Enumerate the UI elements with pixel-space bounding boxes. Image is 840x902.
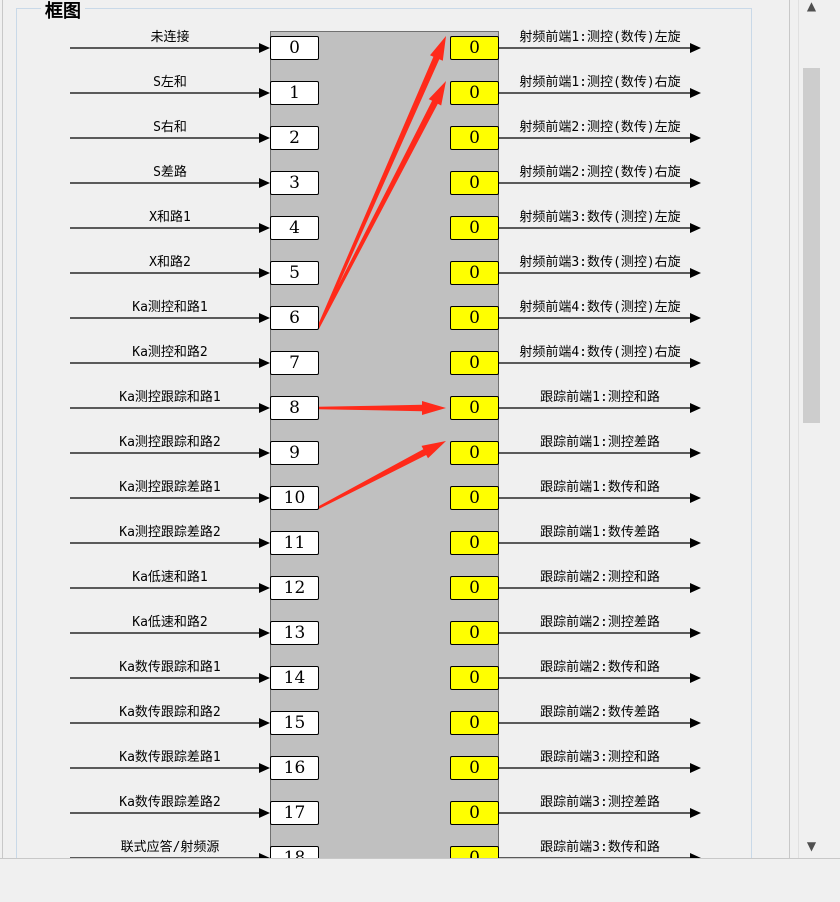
output-label: 跟踪前端1:数传差路 [540,525,660,540]
input-label: Ka数传跟踪和路2 [119,705,221,720]
output-label: 射频前端2:测控(数传)右旋 [519,165,681,180]
vertical-scrollbar[interactable]: ▲ ▼ [798,0,824,858]
input-port[interactable]: 4 [270,216,319,240]
output-label: 跟踪前端3:测控和路 [540,750,660,765]
input-label: X和路2 [149,255,191,270]
input-port[interactable]: 1 [270,81,319,105]
input-port[interactable]: 2 [270,126,319,150]
output-label: 跟踪前端3:数传和路 [540,840,660,855]
input-label: Ka测控跟踪差路1 [119,480,221,495]
connection-arrow [316,36,446,329]
output-port-value[interactable]: 0 [450,711,499,735]
input-port[interactable]: 17 [270,801,319,825]
output-port-value[interactable]: 0 [450,441,499,465]
output-port-value[interactable]: 0 [450,666,499,690]
output-port-value[interactable]: 0 [450,306,499,330]
input-label: Ka测控跟踪和路2 [119,435,221,450]
input-label: Ka低速和路1 [132,570,208,585]
input-port[interactable]: 7 [270,351,319,375]
input-label: Ka低速和路2 [132,615,208,630]
input-port[interactable]: 8 [270,396,319,420]
output-label: 跟踪前端2:测控和路 [540,570,660,585]
scrollbar-thumb[interactable] [803,68,820,423]
output-label: 跟踪前端1:测控和路 [540,390,660,405]
output-port-value[interactable]: 0 [450,216,499,240]
output-port-value[interactable]: 0 [450,576,499,600]
output-port-value[interactable]: 0 [450,531,499,555]
output-port-value[interactable]: 0 [450,261,499,285]
output-port-value[interactable]: 0 [450,486,499,510]
input-label: S差路 [153,165,187,180]
output-label: 射频前端2:测控(数传)左旋 [519,120,681,135]
input-label: 未连接 [150,30,190,45]
input-label: S右和 [153,120,187,135]
input-port[interactable]: 18 [270,846,319,858]
output-label: 射频前端3:数传(测控)左旋 [519,210,681,225]
output-port-value[interactable]: 0 [450,396,499,420]
output-label: 跟踪前端2:数传和路 [540,660,660,675]
connection-arrow [317,441,446,510]
output-label: 跟踪前端1:测控差路 [540,435,660,450]
input-port[interactable]: 13 [270,621,319,645]
input-label: Ka数传跟踪和路1 [119,660,221,675]
output-label: 跟踪前端2:测控差路 [540,615,660,630]
output-port-value[interactable]: 0 [450,81,499,105]
input-port[interactable]: 11 [270,531,319,555]
output-port-value[interactable]: 0 [450,171,499,195]
input-label: Ka数传跟踪差路1 [119,750,221,765]
scroll-down-icon[interactable]: ▼ [799,836,824,856]
input-label: Ka测控和路1 [132,300,208,315]
input-port[interactable]: 9 [270,441,319,465]
output-port-value[interactable]: 0 [450,126,499,150]
output-port-value[interactable]: 0 [450,846,499,858]
diagram-viewport: 框图 未连接 0 S左和 1 S右和 2 S差路 3 X和路1 4 X和路2 5 Ka测控和路1 6 Ka测… [0,0,798,858]
input-port[interactable]: 6 [270,306,319,330]
output-label: 射频前端1:测控(数传)右旋 [519,75,681,90]
output-port-value[interactable]: 0 [450,621,499,645]
output-label: 射频前端4:数传(测控)右旋 [519,345,681,360]
input-label: Ka数传跟踪差路2 [119,795,221,810]
input-port[interactable]: 12 [270,576,319,600]
output-label: 跟踪前端2:数传差路 [540,705,660,720]
input-label: S左和 [153,75,187,90]
outer-right-margin [823,0,840,858]
output-label: 射频前端4:数传(测控)左旋 [519,300,681,315]
output-label: 跟踪前端3:测控差路 [540,795,660,810]
output-label: 跟踪前端1:数传和路 [540,480,660,495]
input-port[interactable]: 16 [270,756,319,780]
input-label: Ka测控跟踪和路1 [119,390,221,405]
connection-arrow [316,81,446,329]
connection-arrow [318,401,446,415]
output-port-value[interactable]: 0 [450,801,499,825]
input-port[interactable]: 10 [270,486,319,510]
input-label: Ka测控跟踪差路2 [119,525,221,540]
input-port[interactable]: 14 [270,666,319,690]
bottom-strip [0,858,840,902]
output-label: 射频前端1:测控(数传)左旋 [519,30,681,45]
output-label: 射频前端3:数传(测控)右旋 [519,255,681,270]
input-port[interactable]: 5 [270,261,319,285]
input-port[interactable]: 0 [270,36,319,60]
input-port[interactable]: 3 [270,171,319,195]
output-port-value[interactable]: 0 [450,756,499,780]
input-label: Ka测控和路2 [132,345,208,360]
scroll-up-icon[interactable]: ▲ [799,0,824,16]
input-label: X和路1 [149,210,191,225]
main-window: 框图 未连接 0 S左和 1 S右和 2 S差路 3 X和路1 4 X和路2 5 Ka测控和路1 6 Ka测… [0,0,840,902]
output-port-value[interactable]: 0 [450,36,499,60]
output-port-value[interactable]: 0 [450,351,499,375]
input-label: 联式应答/射频源 [120,840,220,855]
input-port[interactable]: 15 [270,711,319,735]
